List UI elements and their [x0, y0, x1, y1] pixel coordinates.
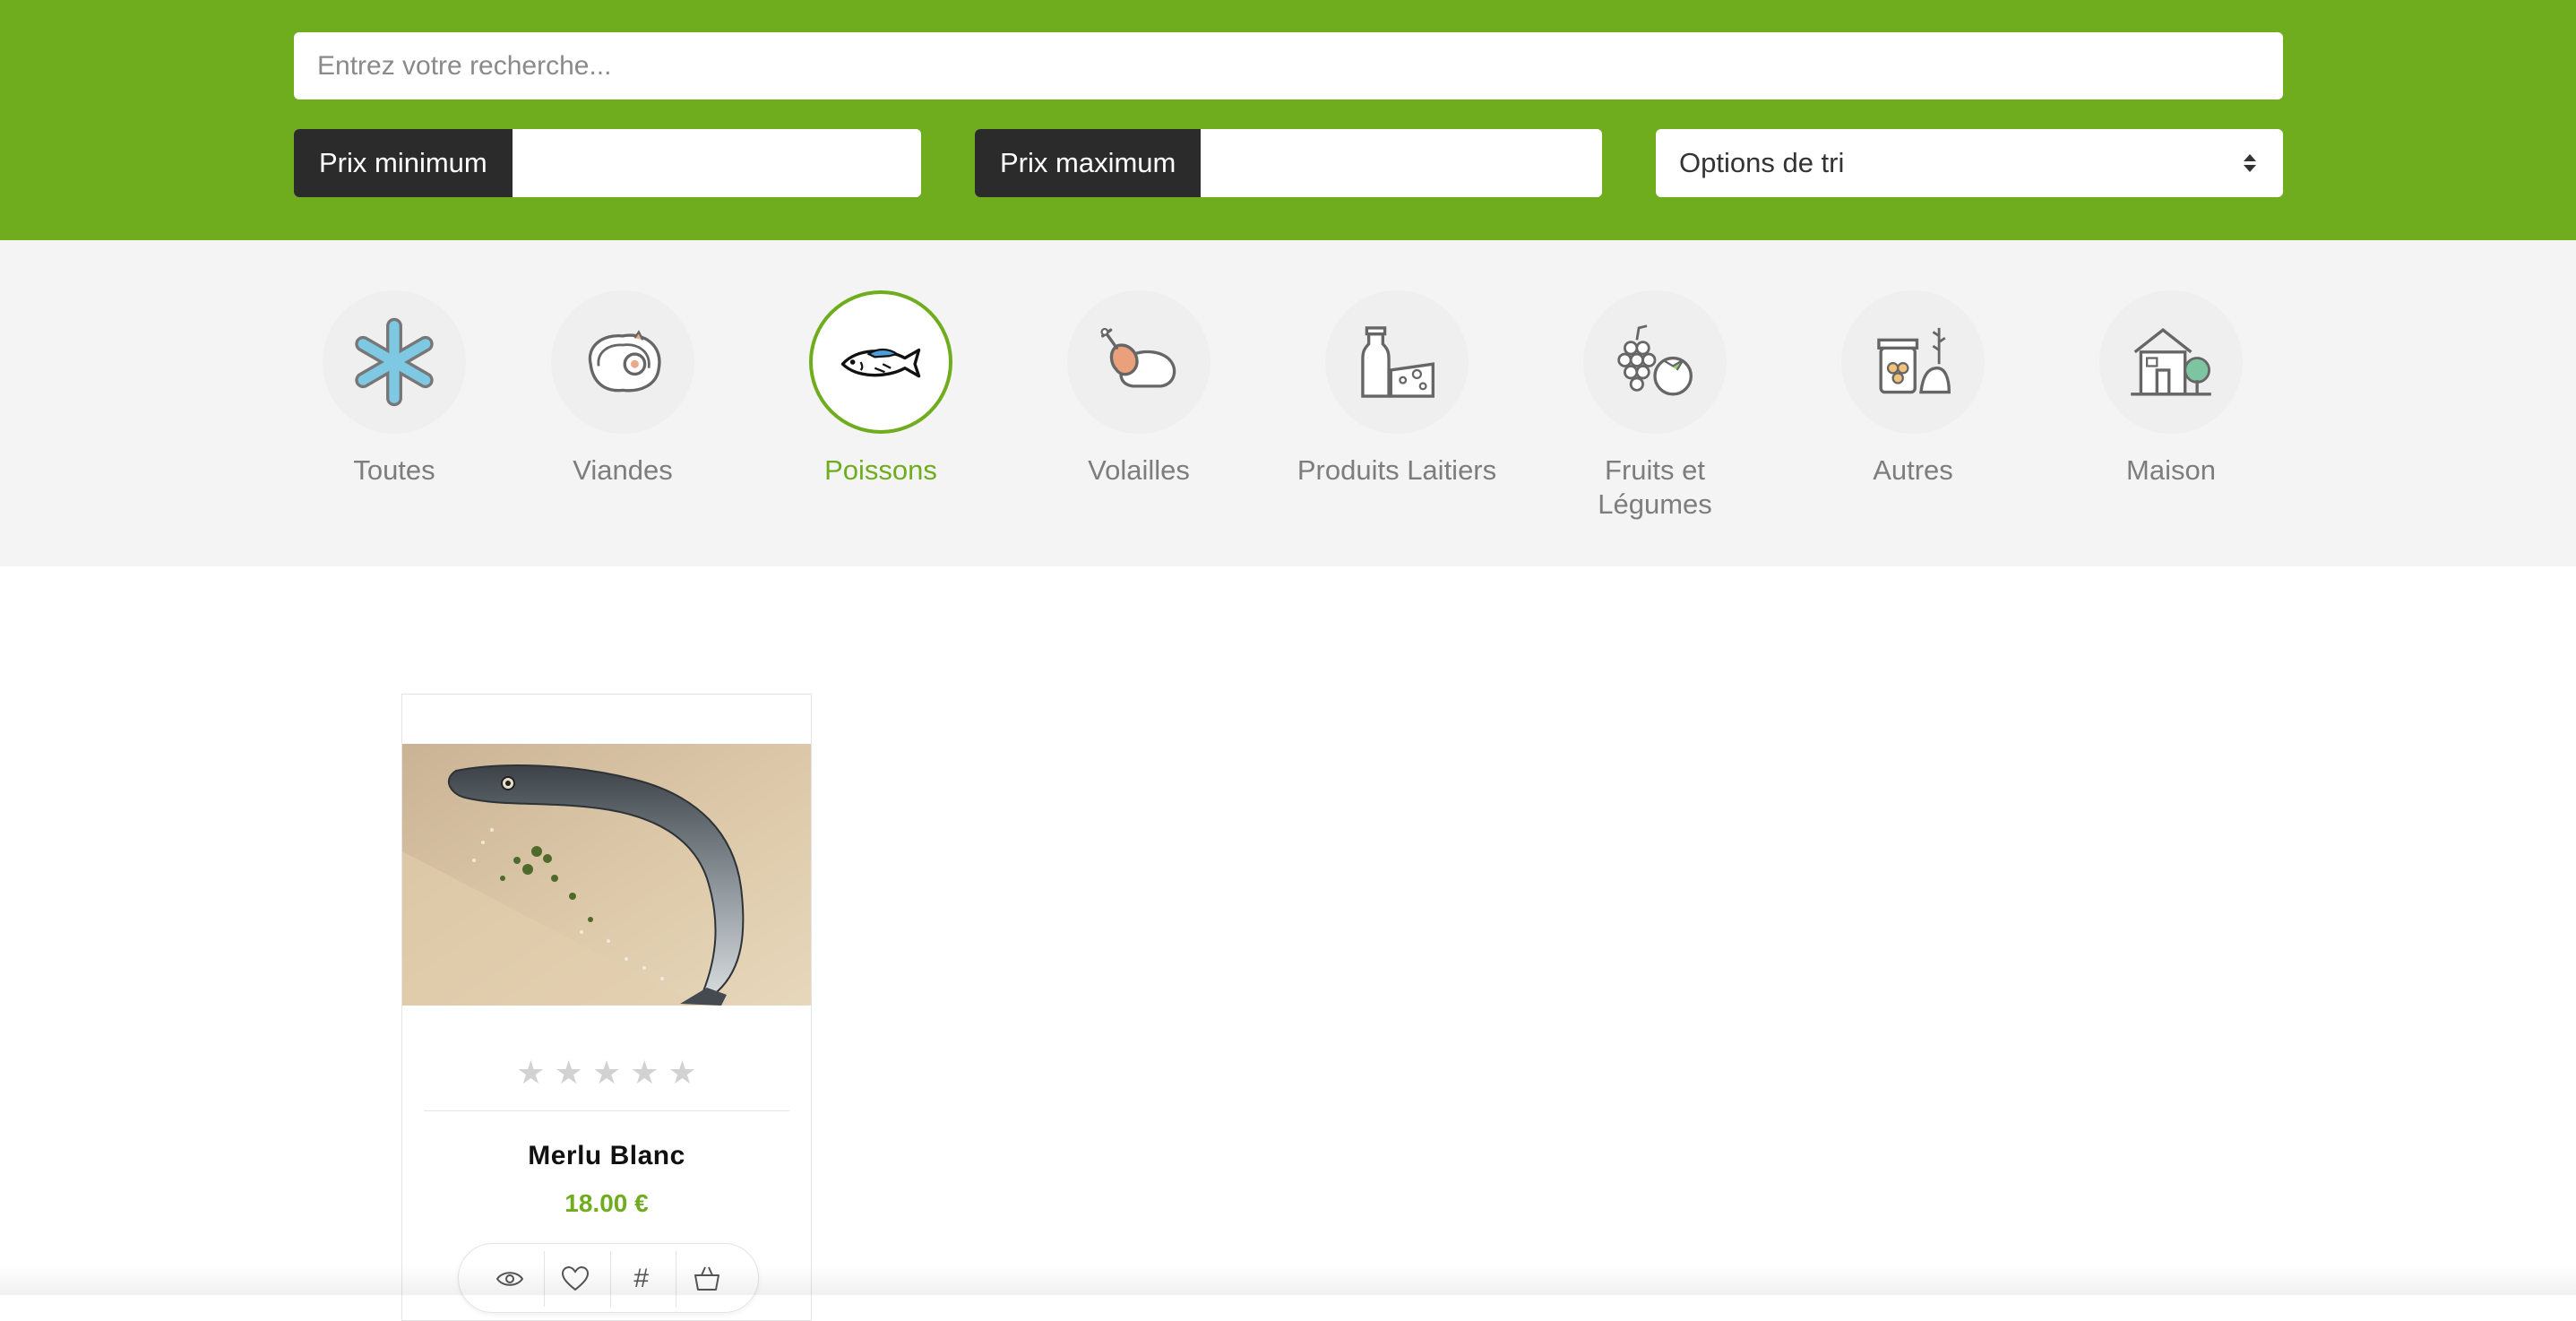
category-label: Volailles: [1088, 454, 1190, 486]
category-label: Produits Laitiers: [1297, 454, 1497, 486]
star-icon[interactable]: ★: [668, 1057, 696, 1089]
category-toutes[interactable]: Toutes: [287, 290, 502, 488]
search-input[interactable]: [294, 32, 2283, 99]
category-bar: Toutes Viandes Poissons Volailles Produi…: [0, 240, 2576, 566]
chicken-icon: [1100, 327, 1176, 388]
grapes-tomato-icon: [1617, 324, 1693, 396]
category-volailles[interactable]: Volailles: [1031, 290, 1246, 488]
product-card[interactable]: ★ ★ ★ ★ ★ Merlu Blanc 18.00 € #: [401, 694, 812, 1321]
sort-arrows-icon: [2244, 154, 2256, 172]
max-price-group: Prix maximum: [975, 129, 1602, 197]
star-icon[interactable]: ★: [516, 1057, 545, 1089]
hake-fish-photo: [402, 744, 811, 1006]
milk-cheese-icon: [1361, 326, 1434, 398]
fish-icon: [840, 348, 921, 378]
category-label: Autres: [1873, 454, 1953, 486]
sort-select[interactable]: Options de tri: [1656, 129, 2283, 197]
star-icon[interactable]: ★: [630, 1057, 659, 1089]
category-produits-laitiers[interactable]: Produits Laitiers: [1289, 290, 1504, 488]
category-label: Viandes: [573, 454, 673, 486]
star-icon[interactable]: ★: [592, 1057, 621, 1089]
card-divider: [424, 1110, 789, 1111]
max-price-input[interactable]: [1201, 129, 1602, 197]
min-price-group: Prix minimum: [294, 129, 921, 197]
category-label: Maison: [2126, 454, 2216, 486]
product-name[interactable]: Merlu Blanc: [402, 1141, 811, 1171]
category-label: Toutes: [353, 454, 435, 486]
product-price: 18.00 €: [564, 1189, 649, 1217]
steak-icon: [588, 330, 661, 393]
rating-stars[interactable]: ★ ★ ★ ★ ★: [402, 1057, 811, 1089]
house-icon: [2131, 328, 2211, 396]
star-icon[interactable]: ★: [555, 1057, 583, 1089]
sort-select-value: Options de tri: [1679, 147, 1845, 178]
product-image[interactable]: [402, 744, 811, 1006]
snowflake-icon: [355, 317, 434, 407]
category-fruits-legumes[interactable]: Fruits et Légumes: [1547, 290, 1762, 522]
jars-icon: [1877, 327, 1951, 394]
category-maison[interactable]: Maison: [2063, 290, 2279, 488]
min-price-label: Prix minimum: [294, 129, 513, 197]
max-price-label: Prix maximum: [975, 129, 1202, 197]
category-autres[interactable]: Autres: [1805, 290, 2020, 488]
category-label: Fruits et Légumes: [1598, 454, 1712, 520]
min-price-input[interactable]: [512, 129, 921, 197]
bottom-fade: [0, 1265, 2576, 1295]
search-header: Prix minimum Prix maximum Options de tri: [0, 0, 2576, 240]
category-poissons[interactable]: Poissons: [773, 290, 988, 488]
category-label: Poissons: [824, 454, 937, 486]
category-viandes[interactable]: Viandes: [515, 290, 730, 488]
